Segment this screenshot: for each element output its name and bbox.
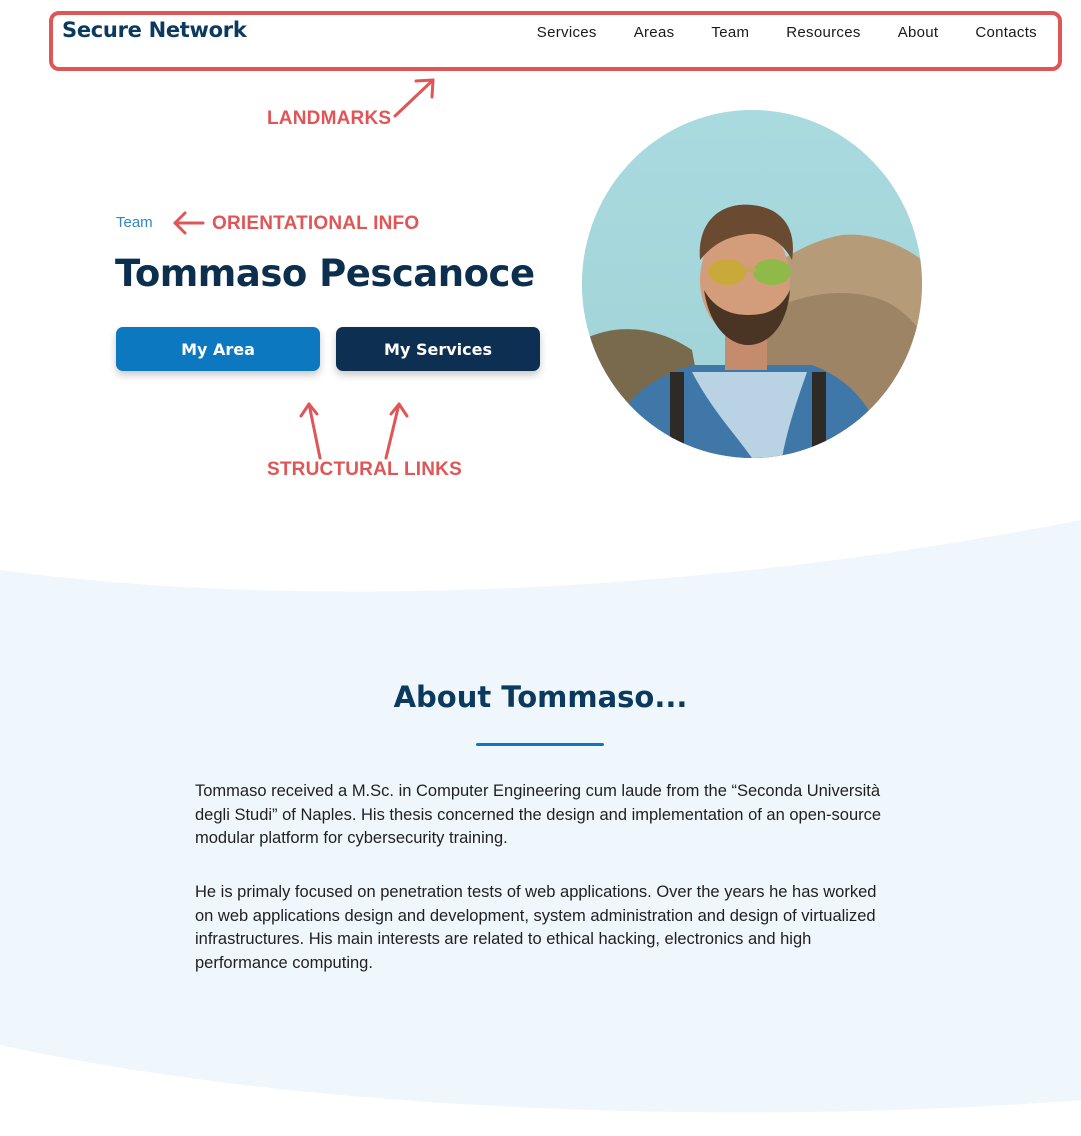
about-paragraph: He is primaly focused on penetration tes…: [195, 883, 877, 972]
my-area-button[interactable]: My Area: [116, 327, 320, 371]
user-portrait-photo: [582, 110, 922, 458]
landmarks-highlight-box: [49, 11, 1062, 71]
annotation-landmarks: LANDMARKS: [267, 108, 392, 129]
annotation-orientational-info: ORIENTATIONAL INFO: [212, 213, 420, 234]
annotation-structural-links: STRUCTURAL LINKS: [267, 459, 462, 480]
about-divider: [476, 743, 604, 746]
about-title: About Tommaso...: [393, 680, 688, 714]
profile-photo: [582, 110, 922, 458]
about-paragraph: Tommaso received a M.Sc. in Computer Eng…: [195, 782, 882, 847]
page-title: Tommaso Pescanoce: [115, 252, 535, 295]
breadcrumb-team[interactable]: Team: [116, 214, 153, 231]
my-services-button[interactable]: My Services: [336, 327, 540, 371]
